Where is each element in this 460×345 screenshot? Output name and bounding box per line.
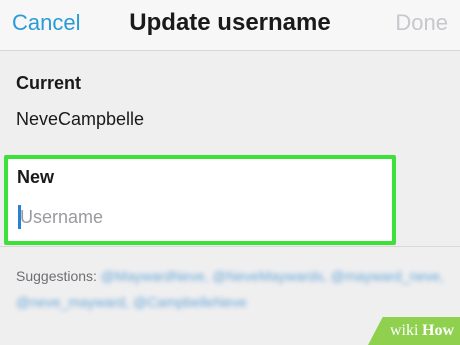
divider xyxy=(0,246,460,247)
suggestions-label: Suggestions: xyxy=(16,268,97,284)
username-input[interactable] xyxy=(20,203,380,231)
suggestion-item[interactable]: @neve_mayward, xyxy=(16,294,129,310)
suggestion-item[interactable]: @MaywardNeve, xyxy=(101,268,209,284)
new-username-section: New xyxy=(4,155,396,245)
watermark-wiki: wiki xyxy=(390,322,419,339)
suggestion-item[interactable]: @NeveMaywards, xyxy=(212,268,327,284)
suggestion-item[interactable]: @CampbelleNeve xyxy=(133,294,247,310)
current-username-value: NeveCampbelle xyxy=(16,109,145,129)
new-label: New xyxy=(17,167,55,187)
suggestion-item[interactable]: @mayward_neve, xyxy=(331,268,444,284)
navigation-bar: Cancel Update username Done xyxy=(0,0,460,50)
done-button[interactable]: Done xyxy=(395,10,448,36)
watermark-how: How xyxy=(422,322,454,339)
wikihow-watermark: wiki How xyxy=(368,317,460,345)
current-username-section: Current NeveCampbelle xyxy=(0,51,460,146)
page-title: Update username xyxy=(129,9,331,36)
suggestions-section: Suggestions: @MaywardNeve, @NeveMaywards… xyxy=(16,263,446,315)
current-label: Current xyxy=(16,73,82,93)
